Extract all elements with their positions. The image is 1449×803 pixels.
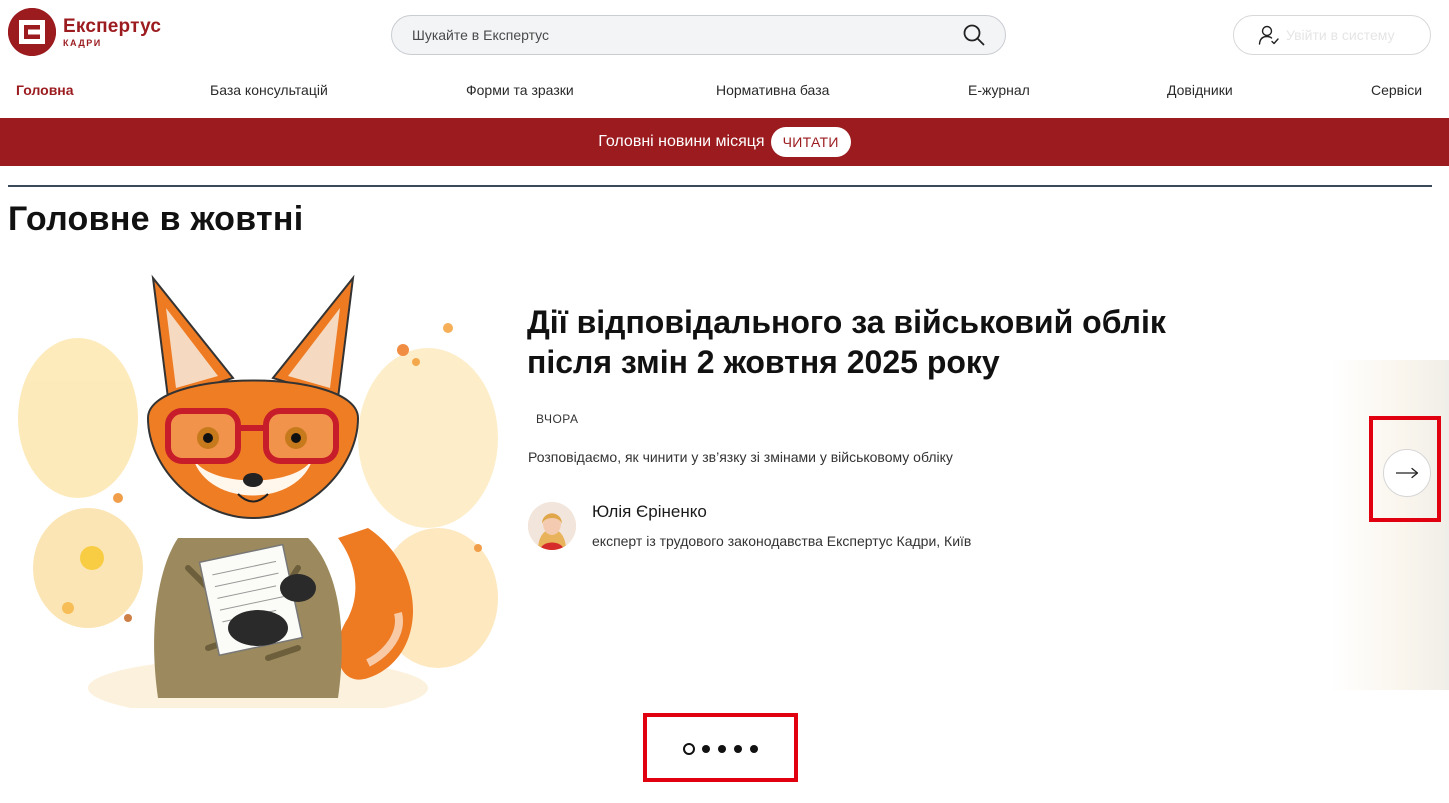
- nav-item-home[interactable]: Головна: [16, 82, 74, 98]
- news-banner: Головні новини місяця ЧИТАТИ: [0, 118, 1449, 166]
- article-title[interactable]: Дії відповідального за військовий облік …: [527, 302, 1227, 382]
- nav-item-forms[interactable]: Форми та зразки: [466, 82, 574, 98]
- section-title: Головне в жовтні: [8, 200, 304, 238]
- user-check-icon: [1258, 25, 1279, 45]
- nav-item-references[interactable]: Довідники: [1167, 82, 1233, 98]
- nav-item-ejournal[interactable]: Е-журнал: [968, 82, 1030, 98]
- banner-text: Головні новини місяця: [598, 133, 765, 150]
- logo-title: Експертус: [63, 15, 162, 37]
- carousel-dot-5[interactable]: [750, 745, 758, 753]
- logo-subtitle: КАДРИ: [63, 37, 102, 48]
- login-button[interactable]: Увійти в систему: [1233, 15, 1431, 55]
- author-role: експерт із трудового законодавства Експе…: [592, 533, 972, 549]
- carousel-dot-1[interactable]: [683, 743, 695, 755]
- search-input[interactable]: [412, 16, 952, 54]
- article-date: ВЧОРА: [536, 412, 579, 426]
- section-divider: [8, 185, 1432, 187]
- carousel-pagination: [683, 743, 766, 755]
- search-box: [391, 15, 1006, 55]
- next-slide-preview: [1330, 360, 1449, 690]
- nav-item-consultations[interactable]: База консультацій: [210, 82, 328, 98]
- nav-item-regulations[interactable]: Нормативна база: [716, 82, 829, 98]
- login-label: Увійти в систему: [1286, 27, 1395, 43]
- main-nav: Головна База консультацій Форми та зразк…: [0, 72, 1449, 108]
- carousel-dot-2[interactable]: [702, 745, 710, 753]
- article-image[interactable]: [8, 268, 504, 718]
- author-name[interactable]: Юлія Єріненко: [592, 502, 707, 522]
- author-avatar: [528, 502, 576, 550]
- arrow-right-icon: [1396, 467, 1419, 479]
- carousel-dot-4[interactable]: [734, 745, 742, 753]
- search-icon[interactable]: [963, 24, 985, 46]
- article-description: Розповідаємо, як чинити у зв’язку зі змі…: [528, 449, 953, 465]
- carousel-dot-3[interactable]: [718, 745, 726, 753]
- logo-icon: [8, 8, 56, 56]
- carousel-next-button[interactable]: [1383, 449, 1431, 497]
- logo[interactable]: Експертус КАДРИ: [8, 8, 161, 56]
- header: Експертус КАДРИ Увійти в систему: [0, 0, 1449, 70]
- read-button[interactable]: ЧИТАТИ: [770, 127, 851, 157]
- nav-item-services[interactable]: Сервіси: [1371, 82, 1422, 98]
